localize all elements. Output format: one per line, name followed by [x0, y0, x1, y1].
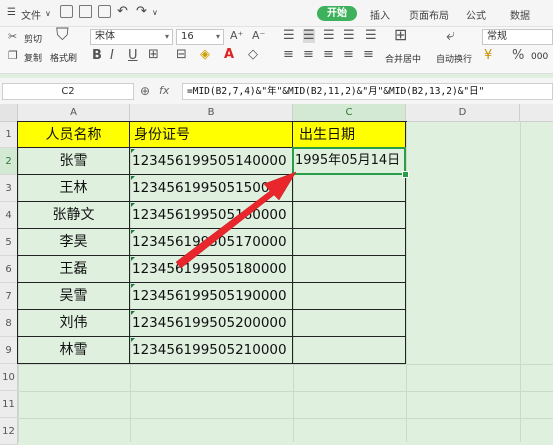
annotation-arrow [175, 171, 297, 269]
